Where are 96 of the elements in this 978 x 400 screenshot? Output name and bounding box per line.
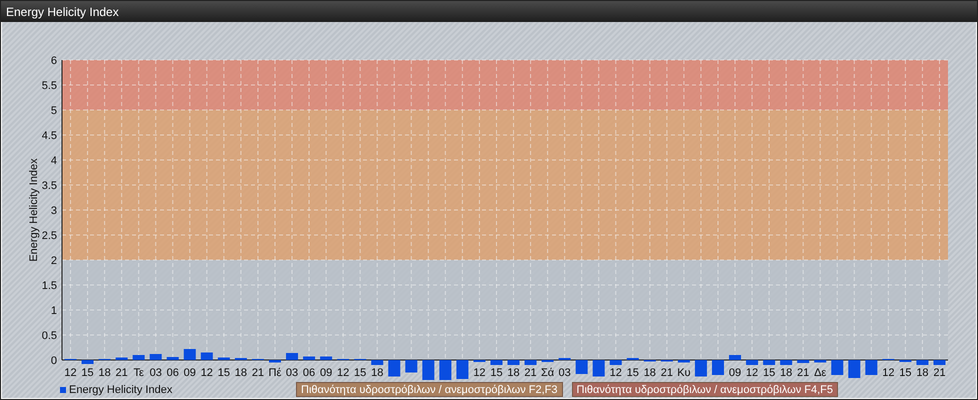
bar (388, 360, 400, 376)
x-tick-label: 12 (746, 367, 758, 379)
bar (200, 352, 213, 360)
x-tick-label: 06 (302, 367, 316, 379)
x-tick-label: Τε (133, 367, 144, 379)
window-title: Energy Helicity Index (6, 4, 119, 18)
x-tick-label: 21 (252, 367, 264, 379)
x-tick-label: Κυ (677, 367, 691, 379)
bar (166, 357, 179, 360)
y-tick-label: 0.5 (42, 330, 57, 342)
bar (831, 360, 844, 375)
x-tick-label: 18 (780, 367, 792, 379)
bar (592, 360, 605, 376)
bar (848, 360, 860, 378)
x-tick-label: 09 (320, 367, 332, 379)
bar (729, 355, 742, 360)
alert-label: Πιθανότητα υδροστρόβιλων / ανεμοστρόβιλων F2,F3 (296, 382, 562, 397)
bar (712, 360, 724, 375)
x-tick-label: 15 (626, 367, 639, 379)
bar (439, 360, 452, 380)
y-tick-label: 0 (50, 355, 57, 367)
y-tick-label: 3 (50, 205, 57, 217)
bar (814, 360, 826, 362)
y-axis-title: Energy Helicity Index (28, 158, 40, 262)
bar (371, 360, 384, 365)
x-tick-label: 12 (473, 367, 486, 379)
bar (797, 360, 810, 363)
bar (933, 360, 946, 365)
x-tick-label: 15 (218, 367, 230, 379)
x-tick-label: 09 (184, 367, 196, 379)
bar (610, 360, 622, 365)
bar (508, 360, 520, 365)
x-tick-label: 15 (899, 367, 912, 379)
bar (218, 358, 230, 360)
x-tick-label: 06 (166, 367, 179, 379)
x-tick-label: 21 (797, 367, 810, 379)
x-tick-label: 12 (337, 367, 350, 379)
legend-item: Energy Helicity Index (60, 384, 296, 396)
bar (694, 360, 707, 376)
bar (82, 360, 94, 364)
x-tick-label: 15 (762, 367, 776, 379)
bar (150, 354, 162, 360)
y-tick-label: 1.5 (42, 280, 57, 292)
x-tick-label: 18 (507, 367, 520, 379)
bar (116, 358, 128, 360)
x-tick-label: 12 (610, 367, 622, 379)
x-tick-label: 21 (660, 367, 673, 379)
bar (286, 353, 298, 360)
bar (524, 360, 537, 365)
bar (184, 349, 196, 360)
bar (132, 355, 145, 360)
bar (678, 360, 690, 362)
x-tick-label: 12 (882, 367, 894, 379)
bar (456, 360, 468, 379)
x-tick-label: 12 (64, 367, 77, 379)
bar (746, 360, 758, 365)
bar (490, 360, 502, 365)
x-tick-label: 21 (524, 367, 537, 379)
x-tick-label: 15 (354, 367, 366, 379)
bar (422, 360, 434, 380)
x-tick-label: 18 (644, 367, 656, 379)
x-tick-label: Δε (814, 367, 826, 379)
y-tick-label: 2.5 (42, 230, 57, 242)
bar (576, 360, 588, 374)
alert-label: Πιθανότητα υδροστρόβιλων / ανεμοστρόβιλων F4,F5 (572, 382, 838, 397)
x-tick-label: 03 (558, 367, 571, 379)
bar (865, 360, 878, 375)
bar (268, 360, 281, 362)
x-tick-label: 12 (200, 367, 213, 379)
x-tick-label: Σά (541, 367, 554, 379)
x-tick-label: 09 (728, 367, 742, 379)
y-tick-label: 2 (50, 255, 57, 267)
y-tick-label: 4.5 (42, 130, 57, 142)
bar (320, 356, 332, 360)
y-tick-label: 1 (50, 305, 57, 317)
x-tick-label: 18 (371, 367, 384, 379)
x-tick-label: 21 (116, 367, 128, 379)
y-tick-label: 3.5 (42, 180, 57, 192)
bar (780, 360, 792, 365)
x-tick-label: 18 (916, 367, 929, 379)
x-tick-label: 03 (150, 367, 162, 379)
y-tick-label: 5 (50, 105, 57, 117)
x-tick-label: 21 (933, 367, 946, 379)
bar (763, 360, 776, 365)
bar (303, 356, 316, 360)
x-tick-label: Πέ (268, 367, 282, 379)
x-tick-label: 15 (81, 367, 94, 379)
y-tick-label: 5.5 (42, 80, 57, 92)
y-tick-label: 4 (50, 155, 57, 167)
x-tick-label: 18 (98, 367, 111, 379)
x-tick-label: 03 (286, 367, 298, 379)
x-tick-label: 18 (234, 367, 248, 379)
bar (916, 360, 928, 365)
bar (405, 360, 418, 372)
x-tick-label: 15 (490, 367, 503, 379)
y-tick-label: 6 (50, 55, 57, 67)
